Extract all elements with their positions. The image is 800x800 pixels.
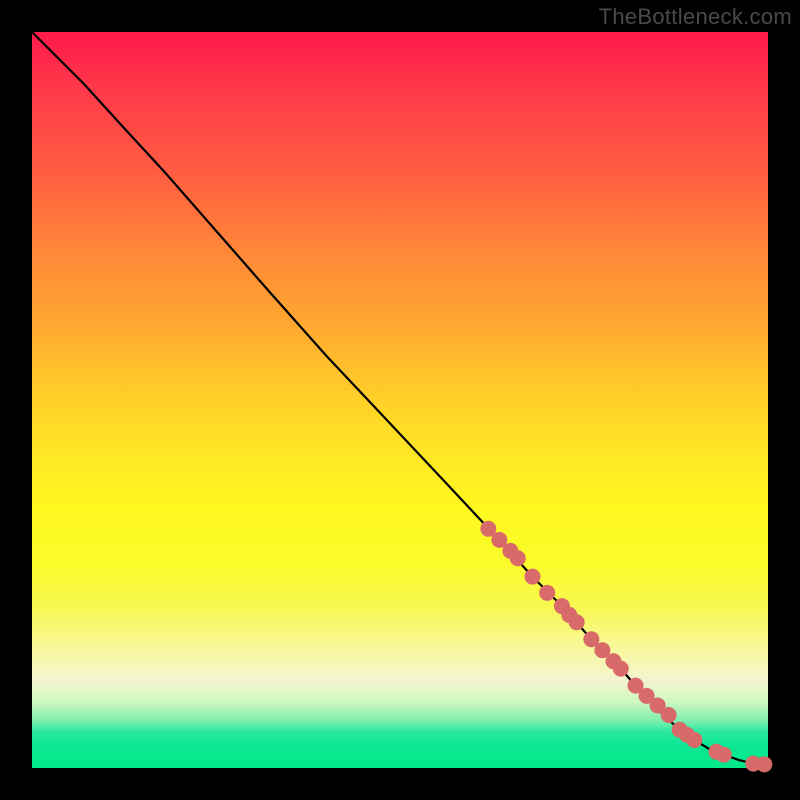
watermark-text: TheBottleneck.com — [599, 4, 792, 30]
chart-plot-area — [32, 32, 768, 768]
